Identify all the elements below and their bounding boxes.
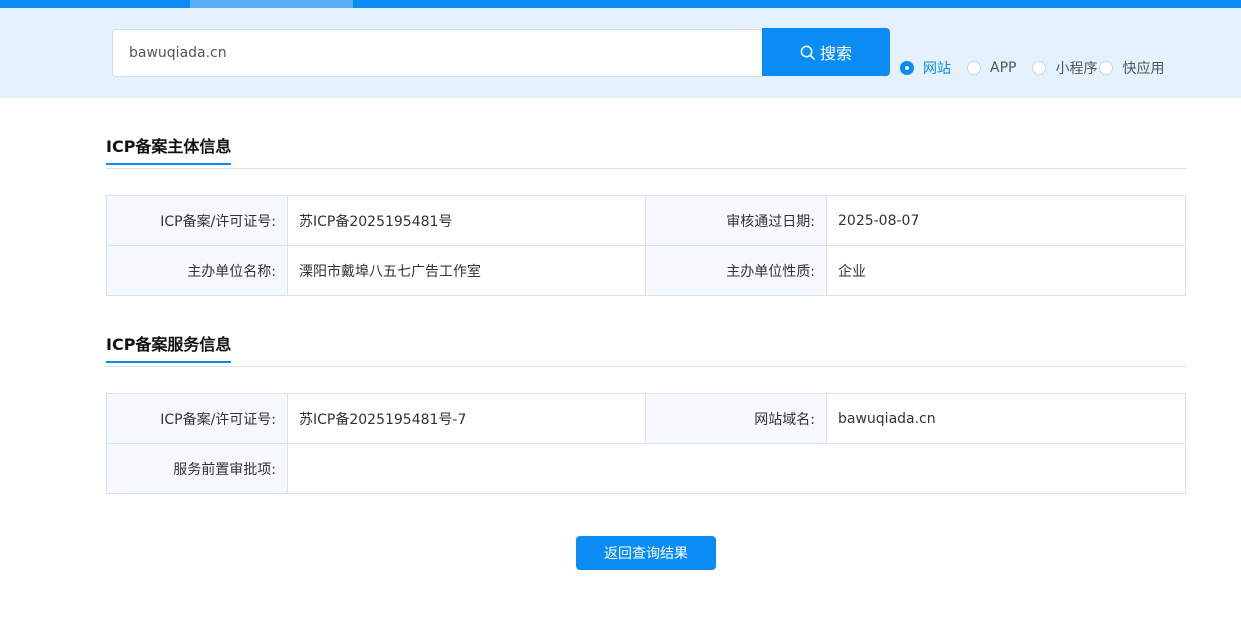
table-row: ICP备案/许可证号: 苏ICP备2025195481号 审核通过日期: 202… xyxy=(106,195,1186,246)
radio-unchecked-icon xyxy=(1032,61,1047,75)
radio-quick-app[interactable]: 快应用 xyxy=(1099,58,1164,78)
section-divider xyxy=(106,366,1186,367)
radio-label: 小程序 xyxy=(1055,61,1098,77)
entity-info-table: ICP备案/许可证号: 苏ICP备2025195481号 审核通过日期: 202… xyxy=(106,195,1186,296)
org-type-label: 主办单位性质: xyxy=(645,245,827,296)
service-section-title: ICP备案服务信息 xyxy=(106,331,232,363)
domain-label: 网站域名: xyxy=(645,393,827,444)
org-name-label: 主办单位名称: xyxy=(106,245,288,296)
radio-label: APP xyxy=(990,60,1017,76)
preapproval-label: 服务前置审批项: xyxy=(106,443,288,494)
table-row: ICP备案/许可证号: 苏ICP备2025195481号-7 网站域名: baw… xyxy=(106,393,1186,444)
radio-unchecked-icon xyxy=(1099,61,1114,75)
back-to-results-button[interactable]: 返回查询结果 xyxy=(576,536,716,570)
search-icon xyxy=(800,45,815,60)
license-value: 苏ICP备2025195481号 xyxy=(287,195,646,246)
search-band: 搜索 网站 APP 小程序 快应用 xyxy=(0,8,1241,98)
top-accent-bar xyxy=(0,0,1241,8)
search-button[interactable]: 搜索 xyxy=(762,28,890,76)
search-type-group: 网站 APP 小程序 快应用 xyxy=(900,58,1180,78)
approved-date-value: 2025-08-07 xyxy=(826,195,1186,246)
domain-value: bawuqiada.cn xyxy=(826,393,1186,444)
org-type-value: 企业 xyxy=(826,245,1186,296)
radio-label: 网站 xyxy=(923,61,951,77)
service-info-table: ICP备案/许可证号: 苏ICP备2025195481号-7 网站域名: baw… xyxy=(106,393,1186,494)
radio-mini-program[interactable]: 小程序 xyxy=(1032,58,1097,78)
radio-unchecked-icon xyxy=(967,61,981,75)
license-label: ICP备案/许可证号: xyxy=(106,195,288,246)
service-license-value: 苏ICP备2025195481号-7 xyxy=(287,393,646,444)
table-row: 主办单位名称: 溧阳市戴埠八五七广告工作室 主办单位性质: 企业 xyxy=(106,245,1186,296)
preapproval-value xyxy=(287,443,1186,494)
radio-app[interactable]: APP xyxy=(967,60,1016,76)
top-accent-segment xyxy=(190,0,353,8)
approved-date-label: 审核通过日期: xyxy=(645,195,827,246)
section-divider xyxy=(106,168,1186,169)
radio-checked-icon xyxy=(900,61,914,75)
radio-website[interactable]: 网站 xyxy=(900,58,951,78)
radio-label: 快应用 xyxy=(1122,61,1165,77)
search-button-label: 搜索 xyxy=(819,44,852,63)
org-name-value: 溧阳市戴埠八五七广告工作室 xyxy=(287,245,646,296)
table-row: 服务前置审批项: xyxy=(106,443,1186,494)
entity-section-title: ICP备案主体信息 xyxy=(106,133,232,165)
search-input[interactable] xyxy=(112,29,763,77)
service-license-label: ICP备案/许可证号: xyxy=(106,393,288,444)
